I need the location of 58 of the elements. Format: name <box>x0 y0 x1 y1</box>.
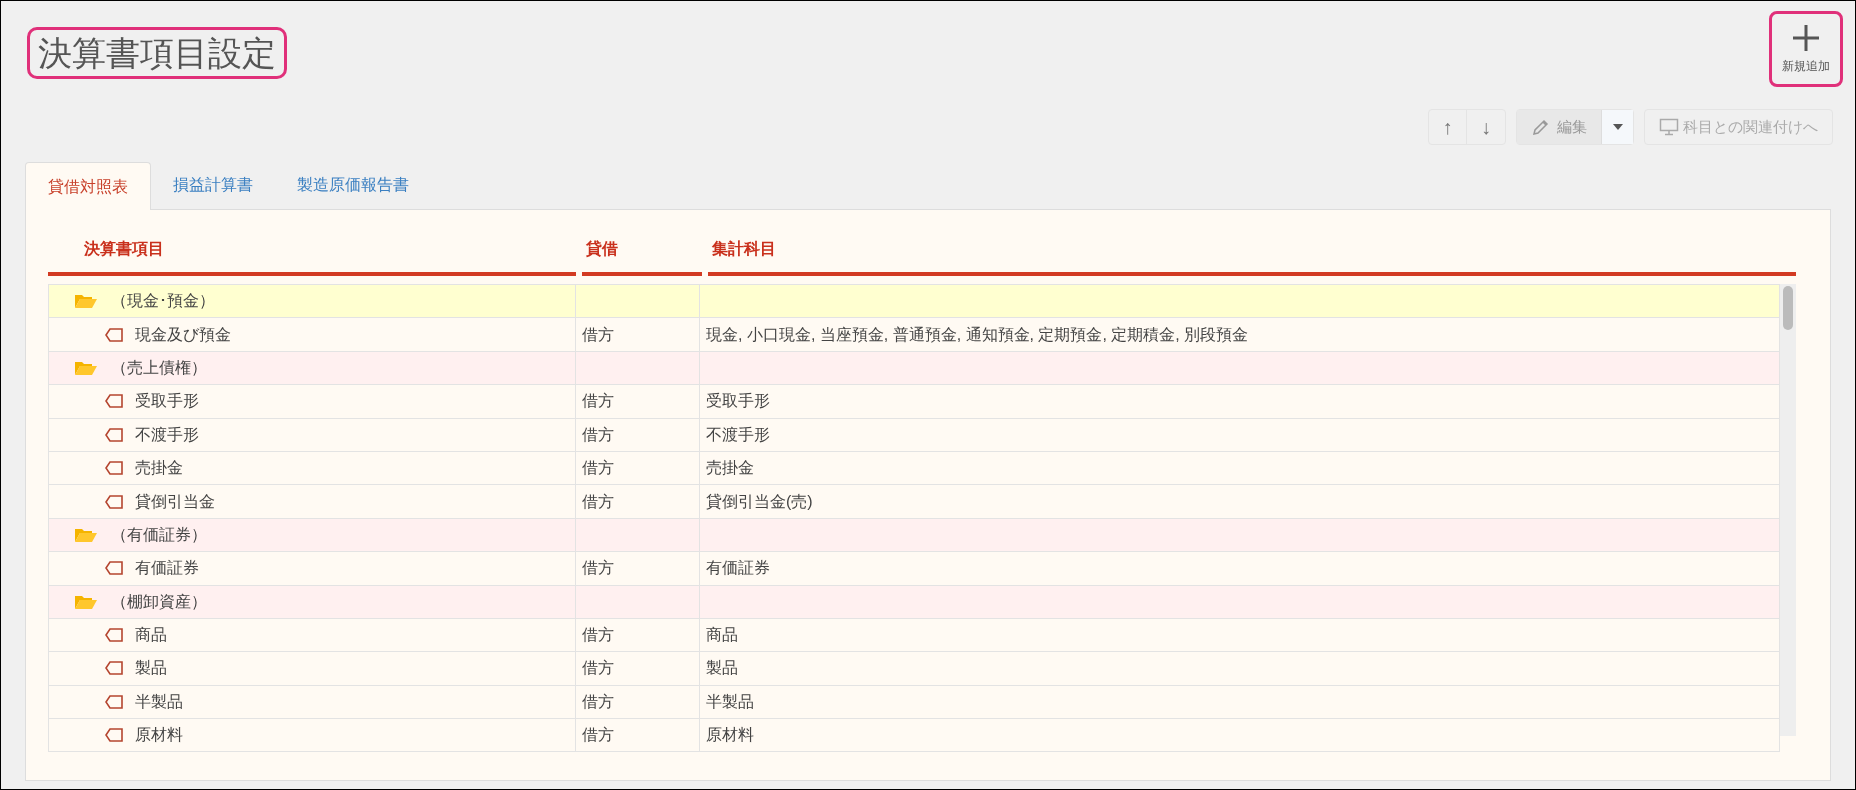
scrollbar[interactable] <box>1780 284 1796 736</box>
tag-icon <box>105 728 123 743</box>
tag-icon <box>105 327 123 342</box>
table-cell: 借方 <box>576 618 700 652</box>
item-label: 受取手形 <box>135 391 199 412</box>
item-label: 半製品 <box>135 691 183 712</box>
open-folder-icon <box>75 294 97 309</box>
table-cell: 借方 <box>576 418 700 451</box>
table-cell: 借方 <box>576 485 700 518</box>
caret-icon <box>1612 124 1623 130</box>
group-row[interactable]: （有価証券） <box>49 518 1781 553</box>
tag-icon <box>105 561 123 576</box>
tag-icon <box>105 694 123 709</box>
item-label: 製品 <box>135 658 167 679</box>
column-header: 貸借 <box>582 226 702 276</box>
tab[interactable]: 損益計算書 <box>151 161 275 209</box>
tag-icon <box>105 661 123 676</box>
column-header: 決算書項目 <box>48 226 576 276</box>
page-title: 決算書項目設定 <box>27 27 287 79</box>
open-folder-icon <box>75 360 97 375</box>
tag-icon <box>105 494 123 509</box>
tag-icon <box>105 394 123 409</box>
add-new-button[interactable]: 新規追加 <box>1769 11 1843 87</box>
group-row[interactable]: （売上債権） <box>49 351 1781 386</box>
table-cell: 借方 <box>576 451 700 485</box>
tag-icon <box>105 628 123 643</box>
group-label: （有価証券） <box>111 524 207 545</box>
item-label: 不渡手形 <box>135 424 199 445</box>
item-label: 売掛金 <box>135 458 183 479</box>
move-up-button[interactable]: ↑ <box>1429 110 1467 144</box>
group-label: （売上債権） <box>111 357 207 378</box>
item-label: 現金及び預金 <box>135 324 231 345</box>
item-label: 有価証券 <box>135 558 199 579</box>
move-down-button[interactable]: ↓ <box>1467 110 1505 144</box>
group-row[interactable]: （棚卸資産） <box>49 585 1781 619</box>
item-label: 貸倒引当金 <box>135 491 215 512</box>
item-label: 商品 <box>135 625 167 646</box>
plus-icon <box>1791 23 1821 53</box>
table-cell: 借方 <box>576 719 700 752</box>
tag-icon <box>105 427 123 442</box>
tab[interactable]: 貸借対照表 <box>25 162 151 210</box>
open-folder-icon <box>75 527 97 542</box>
table-cell: 借方 <box>576 552 700 585</box>
tag-icon <box>105 461 123 476</box>
open-folder-icon <box>75 594 97 609</box>
table-cell: 借方 <box>576 385 700 418</box>
group-label: （現金･預金） <box>111 291 215 312</box>
group-label: （棚卸資産） <box>111 591 207 612</box>
table-cell: 借方 <box>576 685 700 719</box>
table-cell: 借方 <box>576 652 700 685</box>
pencil-icon <box>1531 117 1551 137</box>
table-cell: 借方 <box>576 318 700 351</box>
dropdown-button[interactable] <box>1601 110 1633 144</box>
column-header: 集計科目 <box>708 226 1796 276</box>
tab[interactable]: 製造原価報告書 <box>275 161 431 209</box>
item-label: 原材料 <box>135 725 183 746</box>
monitor-icon <box>1659 118 1679 136</box>
group-row[interactable]: （現金･預金） <box>49 285 1781 319</box>
